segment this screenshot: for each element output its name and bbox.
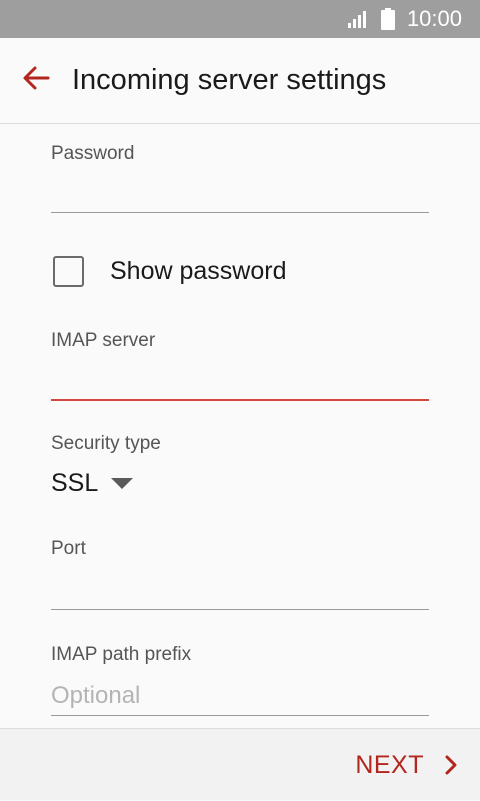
imap-path-prefix-label: IMAP path prefix	[51, 644, 192, 665]
imap-path-prefix-field-group: IMAP path prefix	[51, 644, 429, 716]
back-button[interactable]	[0, 38, 72, 124]
dropdown-arrow-icon	[111, 478, 134, 489]
chevron-right-icon	[444, 754, 458, 776]
page-title: Incoming server settings	[72, 64, 387, 96]
settings-form: Password Show password IMAP server Secur…	[0, 125, 480, 728]
password-label: Password	[51, 143, 135, 164]
show-password-label: Show password	[110, 257, 287, 285]
status-time: 10:00	[406, 6, 462, 31]
security-type-dropdown[interactable]: SSL	[51, 469, 134, 498]
password-field-group: Password	[51, 143, 429, 213]
next-button[interactable]: NEXT	[355, 729, 458, 801]
show-password-checkbox-row[interactable]: Show password	[53, 256, 286, 287]
battery-icon	[380, 8, 395, 30]
imap-server-field-group: IMAP server	[51, 330, 429, 401]
security-type-value: SSL	[51, 469, 99, 497]
app-bar: Incoming server settings	[0, 38, 480, 124]
status-bar: 10:00	[0, 0, 480, 38]
port-field-group: Port	[51, 538, 429, 610]
bottom-bar: NEXT	[0, 728, 480, 800]
security-type-label: Security type	[51, 433, 161, 454]
password-input[interactable]	[51, 173, 429, 213]
imap-server-input[interactable]	[51, 361, 429, 401]
security-type-field-group: Security type	[51, 433, 429, 455]
imap-path-prefix-input[interactable]	[51, 676, 429, 716]
imap-server-label: IMAP server	[51, 330, 156, 351]
next-label: NEXT	[355, 750, 424, 779]
port-label: Port	[51, 538, 86, 559]
arrow-back-icon	[22, 65, 50, 96]
signal-icon	[347, 9, 369, 29]
port-input[interactable]	[51, 570, 429, 610]
show-password-checkbox[interactable]	[53, 256, 84, 287]
